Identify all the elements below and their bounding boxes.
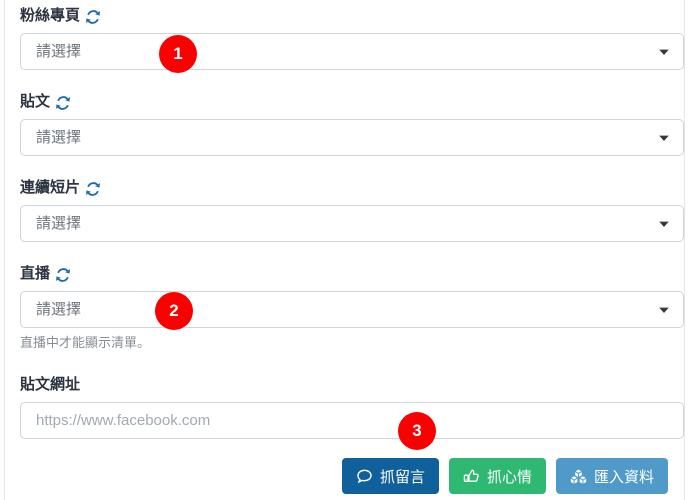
step-badge-2: 2 xyxy=(155,292,193,330)
label-post-url: 貼文網址 xyxy=(20,375,684,395)
panel-right-rule xyxy=(684,0,685,500)
select-post-value: 請選擇 xyxy=(36,129,82,146)
sync-refresh-icon[interactable] xyxy=(55,95,71,111)
comment-bubble-icon xyxy=(356,468,373,485)
fetch-reactions-button[interactable]: 抓心情 xyxy=(448,458,546,494)
sync-refresh-icon[interactable] xyxy=(55,267,71,283)
facebook-scraper-form-panel: 粉絲專頁 請選擇 貼文 請選擇 連續短片 請選擇 直播 請選擇 直播中才能顯示清… xyxy=(0,0,700,500)
fetch-comments-label: 抓留言 xyxy=(379,468,425,486)
step-badge-3: 3 xyxy=(398,412,436,450)
chevron-down-icon xyxy=(658,46,670,58)
field-group-fanpage: 粉絲專頁 請選擇 xyxy=(20,6,684,70)
field-group-post-url: 貼文網址 xyxy=(20,375,684,439)
import-data-button[interactable]: 匯入資料 xyxy=(555,458,668,494)
sync-refresh-icon[interactable] xyxy=(85,181,101,197)
label-live: 直播 xyxy=(20,264,684,284)
chevron-down-icon xyxy=(658,132,670,144)
import-data-label: 匯入資料 xyxy=(593,468,654,486)
sync-refresh-icon[interactable] xyxy=(85,9,101,25)
select-reels-value: 請選擇 xyxy=(36,215,82,232)
fetch-reactions-label: 抓心情 xyxy=(486,468,532,486)
select-fanpage-value: 請選擇 xyxy=(36,43,82,60)
label-live-text: 直播 xyxy=(20,265,51,282)
thumbs-up-icon xyxy=(463,468,480,485)
label-fanpage: 粉絲專頁 xyxy=(20,6,684,26)
chevron-down-icon xyxy=(658,304,670,316)
label-post-text: 貼文 xyxy=(20,93,51,110)
field-group-live: 直播 請選擇 直播中才能顯示清單。 xyxy=(20,264,684,352)
fetch-comments-button[interactable]: 抓留言 xyxy=(341,458,439,494)
label-reels: 連續短片 xyxy=(20,178,684,198)
field-group-reels: 連續短片 請選擇 xyxy=(20,178,684,242)
label-post: 貼文 xyxy=(20,92,684,112)
live-helper-text: 直播中才能顯示清單。 xyxy=(20,335,151,350)
select-post[interactable]: 請選擇 xyxy=(20,119,684,156)
cubes-icon xyxy=(570,468,587,485)
chevron-down-icon xyxy=(658,218,670,230)
label-post-url-text: 貼文網址 xyxy=(20,376,81,393)
label-reels-text: 連續短片 xyxy=(20,179,81,196)
select-fanpage[interactable]: 請選擇 xyxy=(20,33,684,70)
select-live[interactable]: 請選擇 xyxy=(20,291,684,328)
select-live-value: 請選擇 xyxy=(36,301,82,318)
action-button-row: 抓留言 抓心情 匯入資料 xyxy=(0,458,684,494)
field-group-post: 貼文 請選擇 xyxy=(20,92,684,156)
label-fanpage-text: 粉絲專頁 xyxy=(20,7,81,24)
select-reels[interactable]: 請選擇 xyxy=(20,205,684,242)
step-badge-1: 1 xyxy=(159,35,197,73)
panel-left-rule xyxy=(4,0,5,500)
post-url-input[interactable] xyxy=(20,402,684,439)
